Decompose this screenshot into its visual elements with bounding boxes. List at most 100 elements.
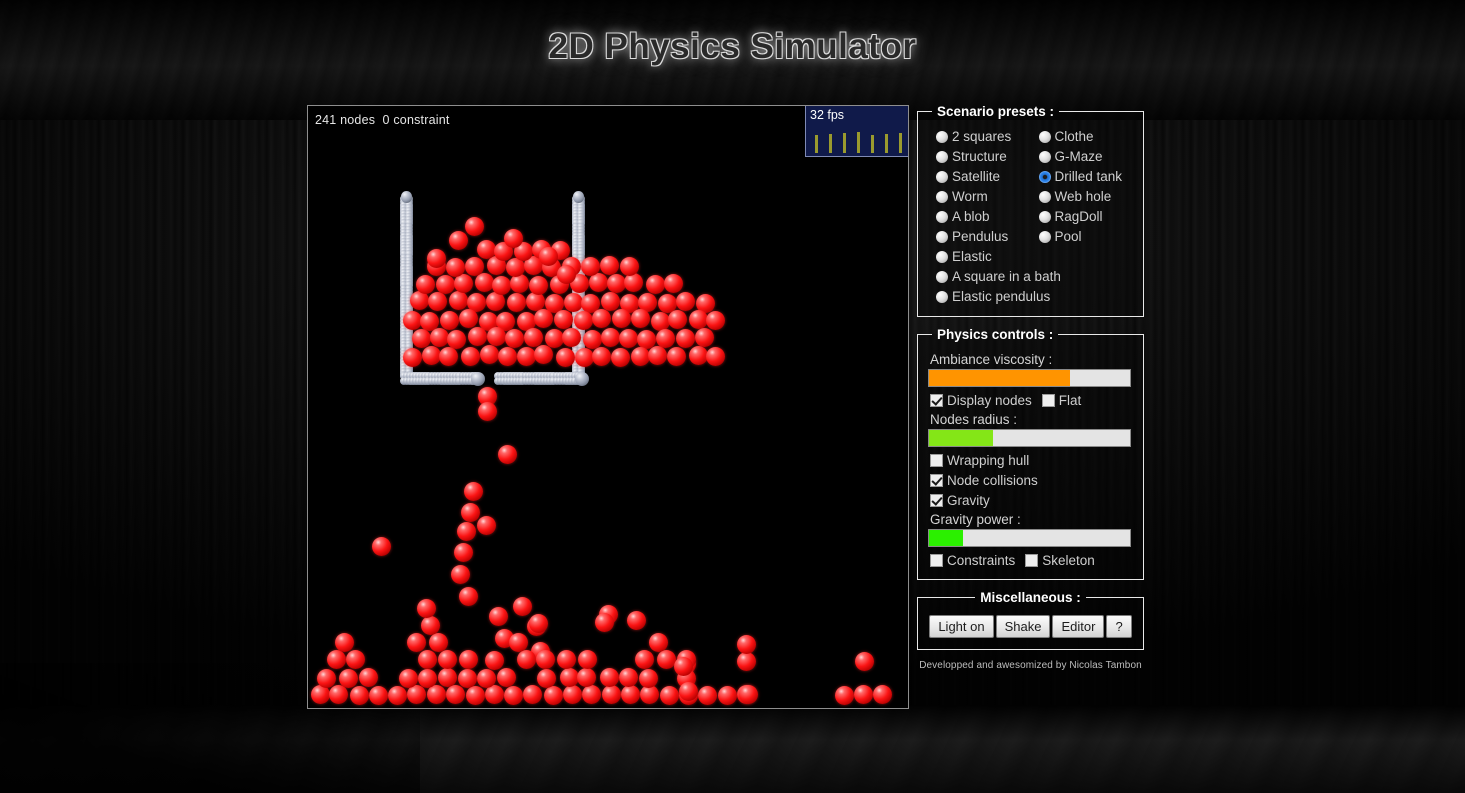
dynamic-node (450, 564, 470, 584)
gravity-checkbox[interactable]: Gravity (930, 490, 1133, 510)
dynamic-node (592, 309, 612, 329)
node-collisions-checkbox[interactable]: Node collisions (930, 470, 1133, 490)
preset-radio-structure[interactable]: Structure (936, 147, 1031, 167)
constraints-checkbox[interactable]: Constraints (930, 550, 1015, 570)
preset-radio-drilled-tank[interactable]: Drilled tank (1038, 167, 1134, 187)
gravity-power-slider[interactable] (928, 529, 1131, 547)
dynamic-node (647, 346, 667, 366)
dynamic-node (508, 632, 528, 652)
misc-button-[interactable]: ? (1106, 615, 1132, 638)
preset-label: RagDoll (1054, 209, 1103, 224)
nodes-radius-slider[interactable] (928, 429, 1131, 447)
preset-radio-g-maze[interactable]: G-Maze (1038, 147, 1134, 167)
dynamic-node (484, 685, 504, 705)
dynamic-node (594, 612, 614, 632)
dynamic-node (420, 615, 440, 635)
preset-radio-elastic-pendulus[interactable]: Elastic pendulus (936, 287, 1133, 307)
dynamic-node (533, 344, 553, 364)
dynamic-node (486, 327, 506, 347)
dynamic-node (660, 685, 680, 705)
dynamic-node (599, 667, 619, 687)
dynamic-node (656, 649, 676, 669)
dynamic-node (415, 275, 435, 295)
preset-label: A square in a bath (952, 269, 1061, 284)
wrapping-hull-checkbox[interactable]: Wrapping hull (930, 450, 1133, 470)
dynamic-node (445, 685, 465, 705)
radio-icon (936, 231, 948, 243)
preset-label: Pool (1054, 229, 1082, 244)
preset-radio-pool[interactable]: Pool (1038, 227, 1134, 247)
ceiling-texture (0, 0, 1465, 120)
dynamic-node (581, 684, 601, 704)
dynamic-node (663, 274, 683, 294)
dynamic-node (706, 310, 726, 330)
ambiance-viscosity-slider[interactable] (928, 369, 1131, 387)
dynamic-node (477, 668, 497, 688)
preset-radio-a-blob[interactable]: A blob (936, 207, 1031, 227)
preset-label: Drilled tank (1054, 169, 1123, 184)
dynamic-node (466, 685, 486, 705)
dynamic-node (577, 667, 597, 687)
dynamic-node (537, 668, 557, 688)
dynamic-node (600, 256, 620, 276)
misc-button-editor[interactable]: Editor (1052, 615, 1105, 638)
preset-label: A blob (952, 209, 990, 224)
preset-radio-a-square-in-a-bath[interactable]: A square in a bath (936, 267, 1133, 287)
dynamic-node (448, 291, 468, 311)
dynamic-node (454, 274, 474, 294)
dynamic-node (407, 685, 427, 705)
dynamic-node (485, 292, 505, 312)
preset-label: Satellite (952, 169, 1001, 184)
dynamic-node (695, 328, 715, 348)
preset-label: Clothe (1054, 129, 1094, 144)
preset-radio-2-squares[interactable]: 2 squares (936, 127, 1031, 147)
constraints-checkbox-box (930, 553, 943, 567)
dynamic-node (678, 681, 698, 701)
preset-radio-clothe[interactable]: Clothe (1038, 127, 1134, 147)
flat-checkbox[interactable]: Flat (1041, 390, 1082, 410)
skeleton-checkbox[interactable]: Skeleton (1025, 550, 1095, 570)
simulation-canvas[interactable]: 241 nodes 0 constraint 32 fps (307, 105, 909, 709)
preset-radio-pendulus[interactable]: Pendulus (936, 227, 1031, 247)
dynamic-node (429, 327, 449, 347)
wrapping-hull-label: Wrapping hull (947, 452, 1030, 468)
dynamic-node (491, 275, 511, 295)
radio-icon (936, 171, 948, 183)
dynamic-node (436, 274, 456, 294)
preset-radio-satellite[interactable]: Satellite (936, 167, 1031, 187)
preset-radio-ragdoll[interactable]: RagDoll (1038, 207, 1134, 227)
dynamic-node (426, 248, 446, 268)
radio-icon (1038, 131, 1051, 143)
preset-label: Structure (952, 149, 1007, 164)
dynamic-node (561, 328, 581, 348)
preset-radio-web-hole[interactable]: Web hole (1038, 187, 1134, 207)
dynamic-node (555, 347, 575, 367)
miscellaneous-legend: Miscellaneous : (980, 590, 1081, 605)
dynamic-node (612, 309, 632, 329)
node-collisions-checkbox-box (930, 473, 943, 487)
dynamic-node (673, 656, 693, 676)
preset-radio-elastic[interactable]: Elastic (936, 247, 1031, 267)
display-nodes-checkbox[interactable]: Display nodes (930, 390, 1032, 410)
dynamic-node (460, 502, 480, 522)
radio-icon (936, 211, 948, 223)
constraints-label: Constraints (947, 552, 1016, 568)
static-node (572, 191, 585, 203)
flat-label: Flat (1058, 392, 1082, 408)
dynamic-node (438, 667, 458, 687)
dynamic-node (562, 685, 582, 705)
dynamic-node (538, 246, 558, 266)
preset-label: G-Maze (1054, 149, 1103, 164)
fps-meter: 32 fps (805, 106, 908, 157)
dynamic-node (517, 649, 537, 669)
nodes-radius-label: Nodes radius : (930, 412, 1018, 427)
dynamic-node (667, 310, 687, 330)
radio-icon (1038, 151, 1051, 163)
preset-radio-worm[interactable]: Worm (936, 187, 1031, 207)
dynamic-node (474, 273, 494, 293)
misc-button-shake[interactable]: Shake (995, 615, 1051, 638)
misc-button-light-on[interactable]: Light on (929, 615, 994, 638)
dynamic-node (453, 542, 473, 562)
viscosity-label: Ambiance viscosity : (930, 352, 1053, 367)
dynamic-node (477, 401, 497, 421)
